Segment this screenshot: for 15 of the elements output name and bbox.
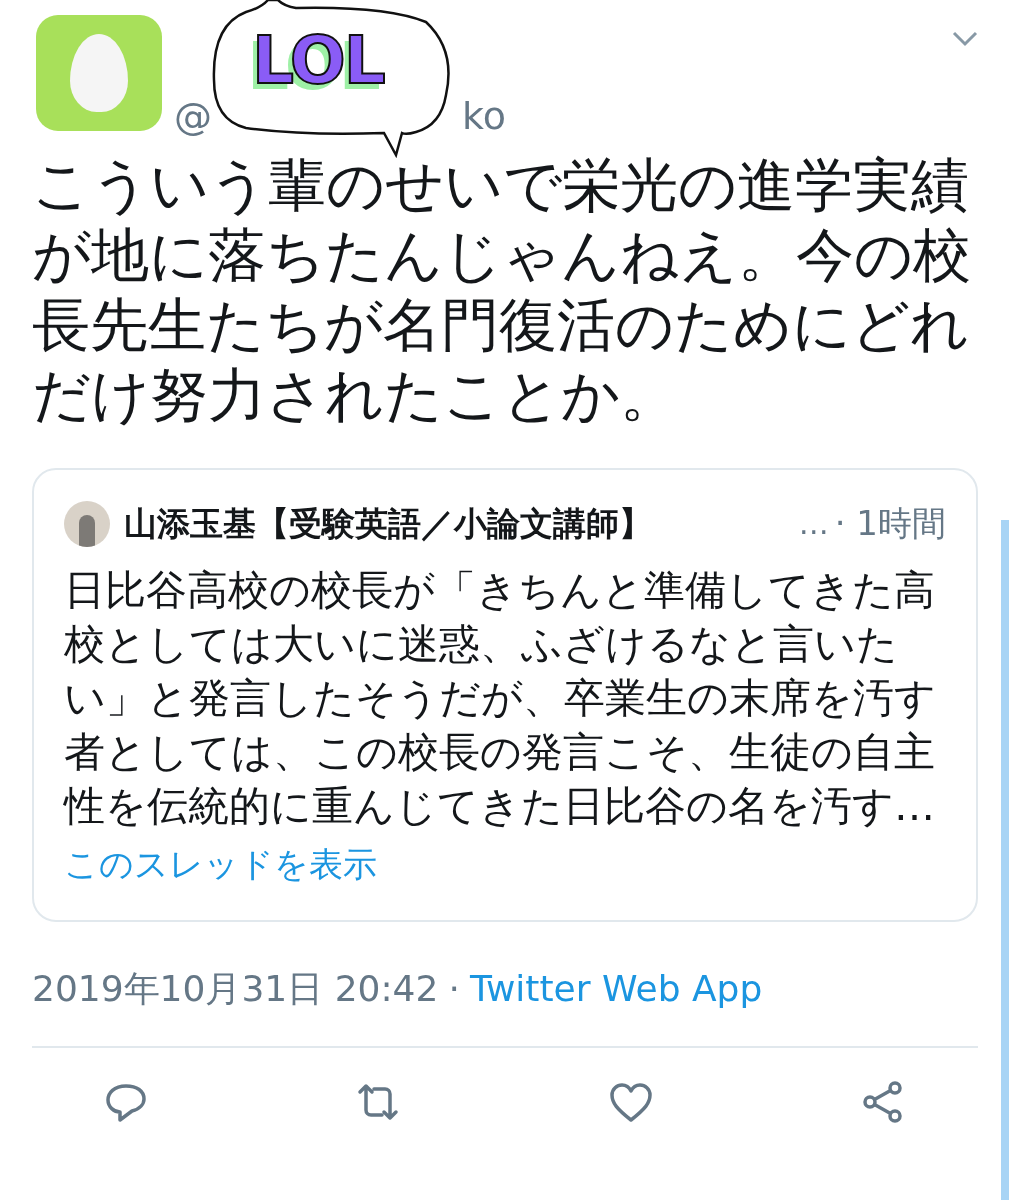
avatar-icon [64, 500, 110, 547]
more-ellipsis: … [798, 505, 829, 543]
scrollbar[interactable] [1001, 520, 1009, 1200]
quoted-author: 山添玉基【受験英語／小論文講師】 [124, 502, 652, 545]
quoted-time: · 1時間 [834, 502, 946, 545]
timestamp: 2019年10月31日 20:42 [32, 967, 439, 1011]
tweet-text: こういう輩のせいで栄光の進学実績が地に落ちたんじゃんねえ。今の校長先生たちが名門復活のためにどれだけ努力されたことか。 [32, 150, 972, 430]
separator-dot: · [448, 967, 460, 1011]
show-thread-link[interactable]: このスレッドを表示 [64, 839, 377, 890]
sticker-text: LOL [251, 28, 385, 101]
user-handle[interactable]: ko [462, 88, 506, 150]
quoted-tweet-card[interactable]: 山添玉基【受験英語／小論文講師】 … · 1時間 日比谷高校の校長が「きちんと準備してきた高校としては大いに迷惑、ふざけるなと言いたい」と発言したそうだが、卒業生の末席を汚す者としては、この校長の発言こそ、生徒の自主性を伝統的に重んじてきた日比谷の名を汚す… このスレッドを表示 [32, 468, 978, 922]
quoted-text: 日比谷高校の校長が「きちんと準備してきた高校としては大いに迷惑、ふざけるなと言いたい」と発言したそうだが、卒業生の末席を汚す者としては、この校長の発言こそ、生徒の自主性を伝統的に重んじてきた日比谷の名を汚す… [64, 565, 937, 832]
source-link[interactable]: Twitter Web App [469, 962, 763, 1016]
user-handle[interactable]: @ [174, 88, 212, 150]
